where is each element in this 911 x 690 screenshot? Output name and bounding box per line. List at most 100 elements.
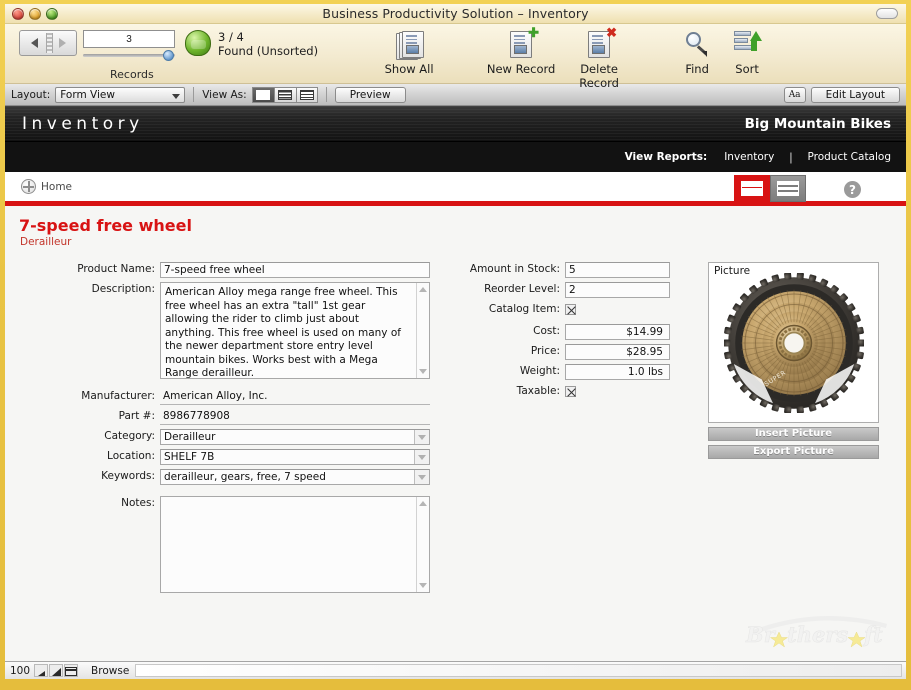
- scroll-up-icon[interactable]: [419, 287, 427, 292]
- reports-separator: |: [789, 150, 793, 164]
- form-view-icon: [741, 181, 763, 196]
- record-navigation: [19, 30, 77, 56]
- part-number-input[interactable]: 8986778908: [160, 409, 430, 425]
- chevron-down-icon: [418, 454, 426, 460]
- toolbar-toggle-button[interactable]: [876, 8, 898, 19]
- record-number-group: 3: [83, 30, 175, 62]
- field-location: Location: SHELF 7B: [5, 449, 445, 465]
- form-column-middle: Amount in Stock: 5 Reorder Level: 2 Cata…: [460, 262, 670, 403]
- keywords-label: Keywords:: [101, 470, 155, 482]
- solution-header: Inventory Big Mountain Bikes: [5, 106, 906, 142]
- show-all-button[interactable]: Show All: [370, 28, 448, 76]
- view-as-list-button[interactable]: [273, 86, 296, 103]
- reorder-level-input[interactable]: 2: [565, 282, 670, 298]
- view-as-group: [251, 86, 318, 103]
- layout-bar: Layout: Form View View As: Preview Aa Ed…: [5, 84, 906, 106]
- status-filler: [135, 664, 902, 677]
- manufacturer-input[interactable]: American Alloy, Inc.: [160, 389, 430, 405]
- svg-text:ft: ft: [862, 622, 883, 647]
- reorder-level-label: Reorder Level:: [484, 283, 560, 295]
- product-name-label: Product Name:: [77, 263, 155, 275]
- location-value: SHELF 7B: [164, 451, 215, 463]
- export-picture-button[interactable]: Export Picture: [708, 445, 879, 459]
- list-view-icon: [777, 181, 799, 196]
- form-view-icon: [256, 89, 271, 100]
- found-set-icon: [185, 30, 211, 56]
- weight-input[interactable]: 1.0 lbs: [565, 364, 670, 380]
- found-status: Found (Unsorted): [218, 44, 319, 58]
- text-format-button[interactable]: Aa: [783, 86, 806, 103]
- view-reports-label: View Reports:: [624, 151, 708, 163]
- location-dropdown[interactable]: SHELF 7B: [160, 449, 430, 465]
- description-scrollbar[interactable]: [416, 283, 429, 378]
- picture-label: Picture: [714, 265, 751, 277]
- keywords-dropdown[interactable]: derailleur, gears, free, 7 speed: [160, 469, 430, 485]
- field-product-name: Product Name: 7-speed free wheel: [5, 262, 445, 278]
- sort-icon: [722, 28, 772, 62]
- description-label: Description:: [91, 283, 155, 295]
- catalog-item-label: Catalog Item:: [488, 303, 560, 315]
- form-view-toggle-button[interactable]: [734, 175, 770, 202]
- divider: [325, 87, 327, 102]
- location-label: Location:: [107, 450, 155, 462]
- record-nav-arrows[interactable]: [19, 30, 77, 56]
- notes-textarea[interactable]: [160, 496, 430, 593]
- show-all-label: Show All: [384, 62, 434, 76]
- price-input[interactable]: $28.95: [565, 344, 670, 360]
- notes-scrollbar[interactable]: [416, 497, 429, 592]
- category-dropdown-button[interactable]: [414, 430, 429, 444]
- keywords-dropdown-button[interactable]: [414, 470, 429, 484]
- description-textarea[interactable]: American Alloy mega range free wheel. Th…: [160, 282, 430, 379]
- sort-button[interactable]: Sort: [722, 28, 772, 76]
- find-button[interactable]: Find: [672, 28, 722, 76]
- view-as-form-button[interactable]: [251, 86, 274, 103]
- taxable-checkbox[interactable]: [565, 386, 576, 397]
- home-button[interactable]: Home: [21, 179, 72, 194]
- show-all-icon: [370, 28, 448, 62]
- home-label: Home: [41, 180, 73, 193]
- zoom-out-icon[interactable]: [34, 664, 49, 677]
- list-view-toggle-button[interactable]: [770, 175, 806, 202]
- preview-button[interactable]: Preview: [334, 86, 406, 103]
- product-name-input[interactable]: 7-speed free wheel: [160, 262, 430, 278]
- record-slider-knob[interactable]: [163, 50, 174, 61]
- edit-layout-button[interactable]: Edit Layout: [810, 86, 900, 103]
- field-price: Price: $28.95: [460, 344, 670, 360]
- status-area-icon[interactable]: [64, 664, 79, 677]
- previous-record-icon[interactable]: [30, 38, 38, 48]
- delete-record-button[interactable]: ✖ Delete Record: [560, 26, 638, 90]
- field-reorder-level: Reorder Level: 2: [460, 282, 670, 298]
- record-title: 7-speed free wheel: [19, 216, 192, 235]
- description-text: American Alloy mega range free wheel. Th…: [165, 286, 401, 379]
- layout-select[interactable]: Form View: [55, 86, 186, 103]
- status-bar: 100 Browse: [5, 661, 906, 679]
- price-label: Price:: [530, 345, 560, 357]
- amount-in-stock-input[interactable]: 5: [565, 262, 670, 278]
- insert-picture-button[interactable]: Insert Picture: [708, 427, 879, 441]
- reports-bar: View Reports: Inventory | Product Catalo…: [5, 142, 906, 172]
- scroll-down-icon[interactable]: [419, 369, 427, 374]
- location-dropdown-button[interactable]: [414, 450, 429, 464]
- picture-container[interactable]: Picture SUPER: [708, 262, 879, 423]
- record-slider[interactable]: [83, 50, 175, 62]
- report-link-product-catalog[interactable]: Product Catalog: [807, 151, 891, 163]
- catalog-item-checkbox[interactable]: [565, 304, 576, 315]
- zoom-in-icon[interactable]: [49, 664, 64, 677]
- record-number-input[interactable]: 3: [83, 30, 175, 48]
- form-column-left: Product Name: 7-speed free wheel Descrip…: [5, 262, 445, 597]
- chevron-down-icon: [172, 93, 181, 99]
- view-as-table-button[interactable]: [295, 86, 318, 103]
- field-description: Description: American Alloy mega range f…: [5, 282, 445, 379]
- next-record-icon[interactable]: [58, 38, 66, 48]
- brothersoft-watermark: Br thers ft: [745, 616, 888, 648]
- scroll-up-icon[interactable]: [419, 501, 427, 506]
- keywords-value: derailleur, gears, free, 7 speed: [164, 471, 326, 483]
- help-icon[interactable]: ?: [844, 181, 861, 198]
- scroll-down-icon[interactable]: [419, 583, 427, 588]
- view-as-label: View As:: [202, 88, 247, 101]
- new-record-button[interactable]: ✚ New Record: [482, 26, 560, 76]
- report-link-inventory[interactable]: Inventory: [724, 151, 774, 163]
- category-dropdown[interactable]: Derailleur: [160, 429, 430, 445]
- cost-input[interactable]: $14.99: [565, 324, 670, 340]
- record-slider-track: [83, 54, 175, 57]
